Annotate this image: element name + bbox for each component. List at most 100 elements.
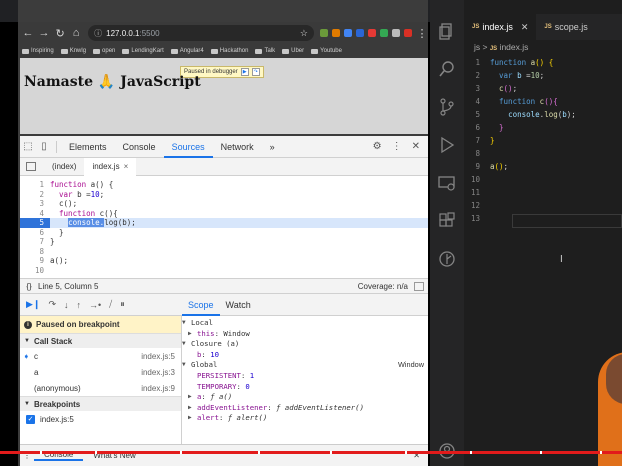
tab-sources[interactable]: Sources: [163, 136, 213, 158]
step-over-icon[interactable]: ↷: [48, 299, 56, 310]
file-tab-index-js[interactable]: index.js ×: [84, 157, 137, 176]
extension-icon[interactable]: [380, 29, 388, 37]
resume-icon[interactable]: ▶❙: [26, 299, 40, 310]
line-number[interactable]: 9: [20, 256, 50, 266]
extension-icon[interactable]: [344, 29, 352, 37]
breadcrumb-file[interactable]: index.js: [500, 42, 529, 52]
line-number[interactable]: 2: [20, 190, 50, 200]
line-number[interactable]: 3: [20, 199, 50, 209]
code-text: console.log(b);: [508, 110, 576, 119]
bookmark-item[interactable]: Talk: [255, 48, 275, 54]
source-code-editor[interactable]: 1 function a() {2 var b =10; 3 c(); 4 funct…: [20, 180, 428, 275]
code-line: 9 a();: [464, 160, 622, 173]
close-icon[interactable]: ✕: [521, 22, 529, 33]
line-number[interactable]: 8: [20, 247, 50, 257]
editor-tab-scope-js[interactable]: JS scope.js: [536, 14, 595, 40]
bookmark-item[interactable]: Uber: [282, 48, 304, 54]
extension-icon[interactable]: [332, 29, 340, 37]
extension-icon[interactable]: [320, 29, 328, 37]
breakpoint-checkbox[interactable]: ✓: [26, 414, 35, 424]
search-icon[interactable]: [438, 60, 456, 78]
deactivate-breakpoints-icon[interactable]: ⧸: [109, 299, 112, 310]
menu-kebab-icon[interactable]: ⋮: [416, 27, 428, 40]
code-line: 8: [20, 247, 428, 257]
extension-icon[interactable]: [392, 29, 400, 37]
step-icon[interactable]: →•: [89, 300, 101, 310]
run-debug-icon[interactable]: [438, 136, 456, 154]
breakpoint-item[interactable]: ✓ index.js:5: [20, 411, 181, 427]
step-over-button[interactable]: ↷: [251, 68, 260, 76]
line-number[interactable]: 6: [20, 228, 50, 238]
editor-tab-label: index.js: [482, 22, 513, 32]
tab-watch[interactable]: Watch: [220, 294, 257, 316]
bookmark-star-icon[interactable]: ☆: [300, 28, 308, 39]
bookmark-item[interactable]: open: [93, 48, 115, 54]
pause-on-exceptions-icon[interactable]: ⏸: [120, 299, 125, 310]
more-tabs-button[interactable]: »: [262, 136, 283, 158]
chevron-down-icon: ▼: [182, 340, 186, 348]
close-icon[interactable]: ✕: [412, 141, 420, 152]
tab-elements[interactable]: Elements: [61, 136, 115, 158]
editor-tab-index-js[interactable]: JS index.js ✕: [464, 14, 537, 40]
extension-icon[interactable]: [404, 29, 412, 37]
extensions-icon[interactable]: [438, 212, 456, 230]
line-number[interactable]: 4: [20, 209, 50, 219]
scope-row-this[interactable]: ▶ this: Window: [182, 329, 428, 340]
git-lens-icon[interactable]: [438, 250, 456, 268]
tab-console[interactable]: Console: [115, 136, 164, 158]
scope-global-header[interactable]: ▼ Global Window: [182, 360, 428, 371]
home-icon[interactable]: ⌂: [70, 27, 82, 39]
reload-icon[interactable]: ↻: [54, 27, 66, 40]
bookmarks-bar: Inspiring Knwlg open LendingKart Angular4 Hac…: [18, 44, 428, 58]
vscode-editor[interactable]: 1 function a() {2 var b =10; 3 c(); 4 funct…: [464, 56, 622, 225]
forward-icon[interactable]: →: [38, 27, 50, 39]
call-stack-header[interactable]: ▼ Call Stack: [20, 333, 181, 348]
step-out-icon[interactable]: ↑: [77, 300, 82, 310]
breadcrumb-folder[interactable]: js: [474, 42, 480, 52]
bookmark-item[interactable]: Youtube: [311, 48, 342, 54]
call-stack-frame[interactable]: a index.js:3: [20, 364, 181, 380]
call-stack-frame[interactable]: (anonymous) index.js:9: [20, 380, 181, 396]
line-number[interactable]: 5: [20, 218, 50, 228]
bookmark-item[interactable]: LendingKart: [122, 48, 164, 54]
line-number[interactable]: 1: [20, 180, 50, 190]
bookmark-item[interactable]: Knwlg: [60, 48, 86, 54]
gear-icon[interactable]: ⚙: [373, 141, 382, 152]
scope-local-header[interactable]: ▼ Local: [182, 318, 428, 329]
kebab-menu-icon[interactable]: ⋮: [392, 141, 402, 152]
back-icon[interactable]: ←: [22, 27, 34, 39]
line-number[interactable]: 7: [20, 237, 50, 247]
scope-closure-header[interactable]: ▼ Closure (a): [182, 339, 428, 350]
pretty-print-button[interactable]: {}: [20, 282, 38, 291]
bookmark-item[interactable]: Angular4: [170, 48, 204, 54]
remote-explorer-icon[interactable]: [438, 174, 456, 192]
inspect-element-icon[interactable]: ⬚: [20, 141, 36, 152]
tab-network[interactable]: Network: [213, 136, 262, 158]
source-control-icon[interactable]: [438, 98, 456, 116]
call-stack-frame[interactable]: c index.js:5: [20, 348, 181, 364]
bookmark-item[interactable]: Hackathon: [210, 48, 248, 54]
bookmark-item[interactable]: Inspiring: [22, 48, 54, 54]
video-progress-bar[interactable]: [0, 451, 622, 454]
step-into-icon[interactable]: ↓: [64, 300, 69, 310]
extension-icon[interactable]: [368, 29, 376, 37]
close-tab-icon[interactable]: ×: [124, 162, 129, 171]
extension-icon[interactable]: [356, 29, 364, 37]
frame-location: index.js:3: [141, 367, 175, 377]
breakpoints-header[interactable]: ▼ Breakpoints: [20, 396, 181, 411]
scope-row-addeventlistener[interactable]: ▶ addEventListener: ƒ addEventListener(): [182, 403, 428, 414]
resume-button[interactable]: ▶: [240, 68, 249, 76]
file-tab-index-html[interactable]: (index): [44, 158, 84, 176]
explorer-icon[interactable]: [438, 22, 456, 40]
device-toolbar-icon[interactable]: ▯: [36, 141, 52, 152]
code-line: 5 console.log(b);: [20, 218, 428, 228]
tab-scope[interactable]: Scope: [182, 294, 220, 316]
navigator-toggle-icon[interactable]: [26, 162, 36, 171]
scope-row-alert[interactable]: ▶ alert: ƒ alert(): [182, 413, 428, 424]
scope-row-a[interactable]: ▶ a: ƒ a(): [182, 392, 428, 403]
bookmark-label: Talk: [264, 48, 276, 54]
coverage-toggle-icon[interactable]: [414, 281, 424, 291]
line-number[interactable]: 10: [20, 266, 50, 276]
url-input[interactable]: ⓘ 127.0.0.1 :5500 ☆: [88, 25, 314, 41]
breakpoints-label: Breakpoints: [33, 399, 81, 409]
